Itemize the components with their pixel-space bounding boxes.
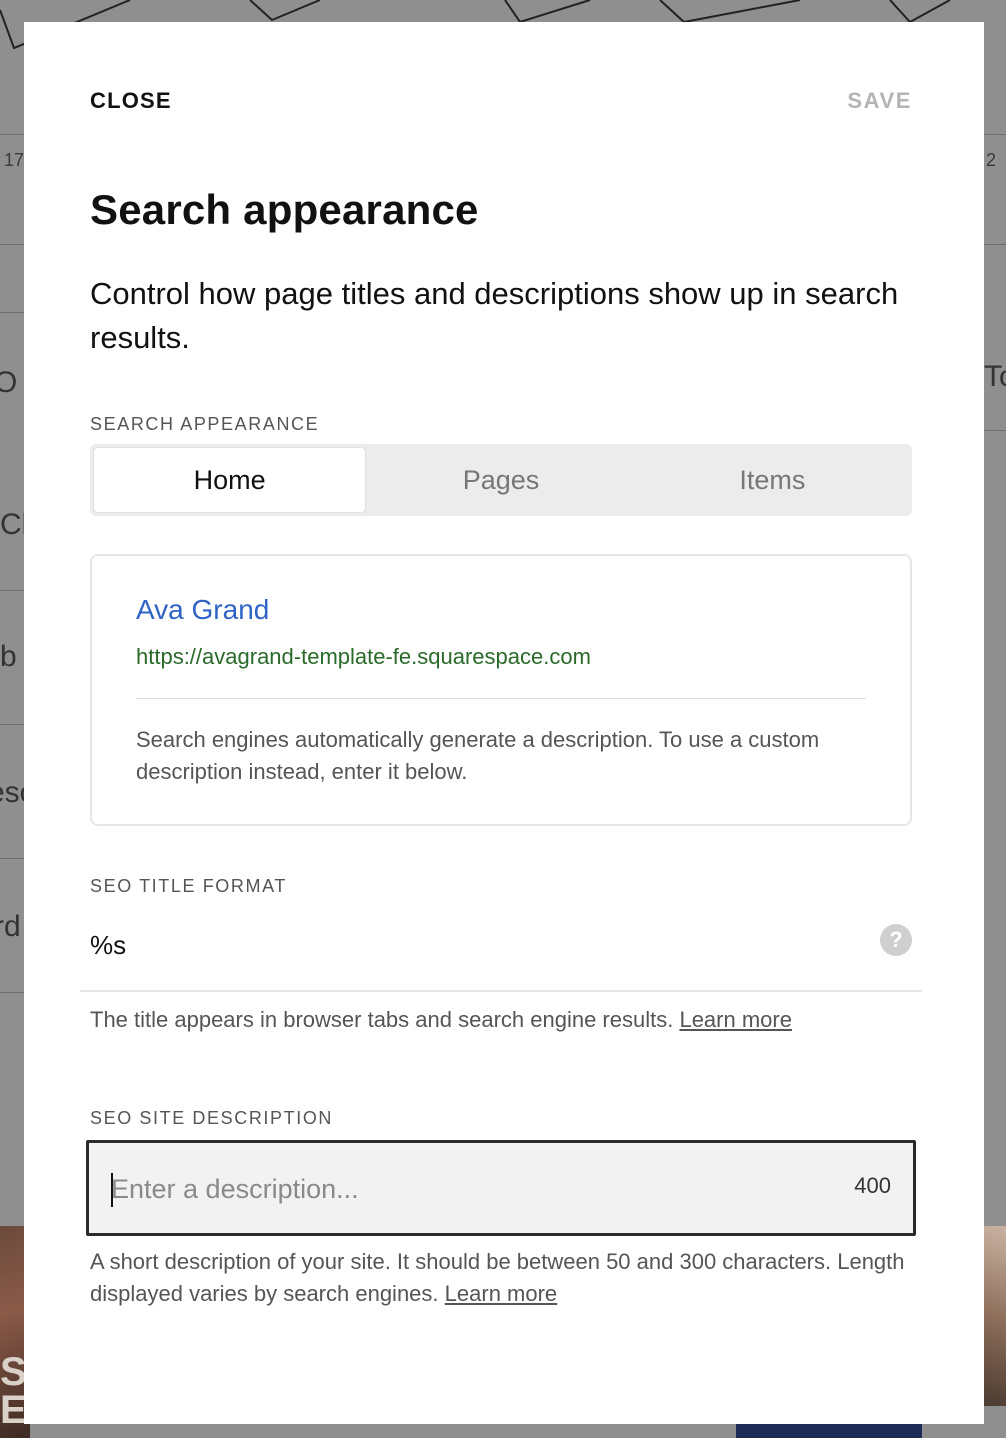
background-fragment: To (984, 360, 1006, 393)
page-subtitle: Control how page titles and descriptions… (90, 276, 899, 355)
background-fragment: 2 (986, 150, 997, 170)
seo-description-label: SEO SITE DESCRIPTION (90, 1108, 334, 1128)
search-appearance-tabs: Home Pages Items (90, 444, 912, 516)
character-counter: 400 (854, 1173, 891, 1198)
preview-description: Search engines automatically generate a … (136, 727, 820, 784)
save-button[interactable]: SAVE (847, 88, 912, 114)
search-appearance-modal: CLOSE SAVE Search appearance Control how… (24, 22, 984, 1424)
seo-title-helper-text: The title appears in browser tabs and se… (90, 1007, 674, 1032)
section-label: SEARCH APPEARANCE (90, 414, 320, 434)
seo-description-helper: A short description of your site. It sho… (90, 1246, 910, 1310)
background-fragment: b (0, 640, 17, 673)
question-icon[interactable]: ? (880, 924, 912, 956)
tab-pages[interactable]: Pages (365, 448, 636, 512)
background-fragment: rd (0, 910, 21, 943)
seo-title-input[interactable] (90, 930, 850, 961)
seo-description-field[interactable]: 400 (86, 1140, 916, 1236)
search-result-preview: Ava Grand https://avagrand-template-fe.s… (90, 554, 912, 826)
seo-description-learn-more-link[interactable]: Learn more (445, 1281, 558, 1306)
seo-description-input[interactable] (111, 1167, 791, 1211)
seo-title-field: ? (80, 910, 922, 992)
close-button[interactable]: CLOSE (90, 88, 172, 114)
seo-title-helper: The title appears in browser tabs and se… (90, 1004, 910, 1036)
seo-title-learn-more-link[interactable]: Learn more (679, 1007, 792, 1032)
preview-url: https://avagrand-template-fe.squarespace… (136, 644, 591, 669)
seo-title-label: SEO TITLE FORMAT (90, 876, 287, 896)
preview-title: Ava Grand (136, 594, 270, 625)
background-block (736, 1424, 922, 1438)
tab-home[interactable]: Home (94, 448, 366, 512)
page-title: Search appearance (90, 186, 479, 233)
background-fragment: 17 (4, 150, 25, 170)
tab-items[interactable]: Items (637, 448, 908, 512)
preview-divider (136, 698, 866, 699)
background-fragment: O (0, 366, 18, 399)
modal-toolbar: CLOSE SAVE (90, 88, 912, 118)
